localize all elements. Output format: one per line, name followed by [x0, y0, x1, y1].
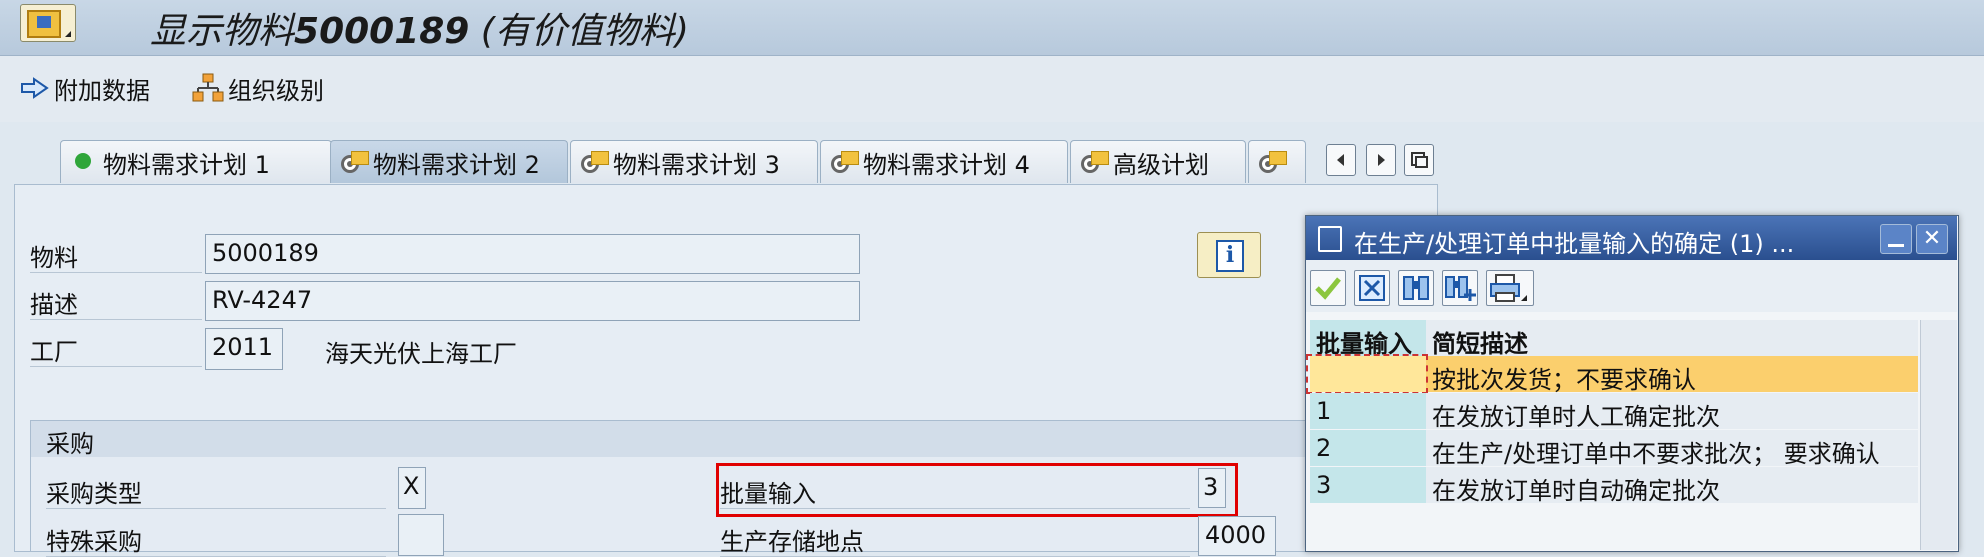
table-row-key[interactable]: 1 — [1310, 393, 1426, 429]
highlight-box — [716, 463, 1238, 517]
gear-icon — [579, 149, 609, 175]
title-prefix: 显示物料 — [150, 11, 295, 52]
printer-icon — [1490, 274, 1527, 302]
description-field[interactable]: RV-4247 — [205, 281, 860, 321]
confirm-button[interactable] — [1310, 270, 1346, 306]
production-storage-location-label: 生产存储地点 — [720, 522, 1190, 557]
column-header-short-description[interactable]: 简短描述 — [1426, 320, 1918, 358]
info-button[interactable]: i — [1197, 232, 1261, 278]
arrow-right-icon — [21, 77, 49, 99]
table-row-description[interactable]: 在发放订单时自动确定批次 — [1426, 467, 1918, 505]
focus-indicator — [1306, 354, 1428, 394]
procurement-type-label: 采购类型 — [46, 474, 386, 509]
additional-data-button[interactable]: 附加数据 — [20, 68, 150, 108]
tab-advanced-planning[interactable]: 高级计划 — [1070, 140, 1246, 183]
description-label: 描述 — [30, 285, 202, 320]
find-next-button[interactable] — [1442, 270, 1478, 306]
dropdown-arrow-icon — [65, 31, 71, 37]
tab-scroll-right-button[interactable] — [1366, 144, 1396, 176]
gear-icon — [339, 149, 369, 175]
page-title: 显示物料5000189 (有价值物料) — [150, 2, 689, 54]
production-storage-location-field[interactable]: 4000 — [1198, 516, 1276, 556]
table-row-description[interactable]: 按批次发货；不要求确认 — [1426, 356, 1918, 394]
tab-mrp4[interactable]: 物料需求计划 4 — [820, 140, 1068, 183]
tab-mrp3[interactable]: 物料需求计划 3 — [570, 140, 818, 183]
org-levels-button[interactable]: 组织级别 — [192, 68, 324, 108]
plant-field[interactable]: 2011 — [205, 328, 283, 370]
gear-icon — [829, 149, 859, 175]
title-material-number: 5000189 — [294, 11, 470, 52]
additional-data-label: 附加数据 — [54, 76, 150, 105]
info-icon: i — [1216, 240, 1244, 272]
plant-name: 海天光伏上海工厂 — [325, 340, 517, 368]
tab-scroll-left-button[interactable] — [1326, 144, 1356, 176]
procurement-section-header — [31, 421, 1440, 457]
menu-button[interactable] — [20, 4, 76, 42]
chevron-right-icon — [1378, 154, 1385, 166]
checkmark-icon — [1315, 277, 1341, 300]
title-suffix: (有价值物料) — [469, 11, 689, 52]
procurement-section-title: 采购 — [46, 430, 94, 458]
table-row-description[interactable]: 在生产/处理订单中不要求批次； 要求确认 — [1426, 430, 1918, 468]
tab-partial[interactable] — [1248, 140, 1306, 183]
binoculars-icon — [1403, 276, 1429, 300]
table-row-key[interactable]: 3 — [1310, 467, 1426, 503]
dialog-title: 在生产/处理订单中批量输入的确定 (1) ... — [1354, 230, 1795, 258]
binoculars-plus-icon — [1445, 276, 1476, 301]
procurement-type-field[interactable]: X — [398, 467, 426, 509]
menu-icon-detail — [37, 16, 51, 28]
dialog-scrollbar[interactable] — [1920, 320, 1957, 550]
tab-list-icon — [1411, 152, 1428, 168]
tab-label: 高级计划 — [1113, 150, 1209, 179]
tab-label: 物料需求计划 1 — [103, 150, 270, 179]
minimize-button[interactable] — [1880, 224, 1912, 254]
gear-icon — [1257, 149, 1287, 175]
close-icon: ✕ — [1922, 226, 1942, 251]
column-header-batch-entry[interactable]: 批量输入 — [1310, 320, 1426, 358]
tab-label: 物料需求计划 4 — [863, 150, 1030, 179]
cancel-button[interactable] — [1354, 270, 1390, 306]
table-row-description[interactable]: 在发放订单时人工确定批次 — [1426, 393, 1918, 431]
special-procurement-label: 特殊采购 — [46, 522, 386, 557]
tab-list-button[interactable] — [1404, 144, 1434, 176]
find-button[interactable] — [1398, 270, 1434, 306]
cancel-icon — [1359, 275, 1385, 301]
table-row-key[interactable]: 2 — [1310, 430, 1426, 466]
material-label: 物料 — [30, 238, 202, 273]
tab-mrp1[interactable]: 物料需求计划 1 — [60, 140, 332, 183]
close-button[interactable]: ✕ — [1916, 224, 1948, 254]
material-field[interactable]: 5000189 — [205, 234, 860, 274]
plant-label: 工厂 — [30, 332, 202, 367]
hierarchy-icon — [192, 73, 224, 102]
dialog-title-bar: 在生产/处理订单中批量输入的确定 (1) ... — [1306, 216, 1957, 260]
dialog-window-icon — [1318, 226, 1342, 252]
org-levels-label: 组织级别 — [228, 76, 324, 105]
status-ok-icon — [69, 149, 99, 175]
tab-mrp2[interactable]: 物料需求计划 2 — [330, 140, 568, 183]
tab-label: 物料需求计划 3 — [613, 150, 780, 179]
print-button[interactable] — [1486, 270, 1534, 306]
gear-icon — [1079, 149, 1109, 175]
tab-label: 物料需求计划 2 — [373, 150, 540, 179]
chevron-left-icon — [1337, 154, 1344, 166]
